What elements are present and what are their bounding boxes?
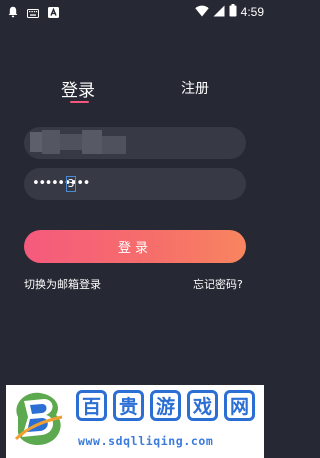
watermark-logo-icon <box>10 387 68 453</box>
watermark-char: 戏 <box>187 390 218 421</box>
watermark-char: 游 <box>150 390 181 421</box>
password-input[interactable]: ••••••••• <box>24 168 246 200</box>
watermark-char: 百 <box>76 390 107 421</box>
password-cursor-char: 3 <box>66 176 76 192</box>
switch-to-email-login-link[interactable]: 切换为邮箱登录 <box>24 276 101 292</box>
status-bar: 4:59 <box>0 0 270 20</box>
status-bar-right: 4:59 <box>194 2 264 21</box>
watermark-url: www.sdqlliqing.com <box>78 434 214 448</box>
watermark-char: 贵 <box>113 390 144 421</box>
a-app-icon <box>48 3 59 22</box>
active-tab-indicator <box>70 101 89 103</box>
cellular-signal-icon <box>213 2 225 21</box>
forgot-password-link[interactable]: 忘记密码? <box>193 276 243 292</box>
login-button-label: 登录 <box>117 241 152 256</box>
status-time: 4:59 <box>240 4 264 19</box>
phone-value-blurred <box>30 130 136 156</box>
password-value: ••••••••• <box>32 176 90 191</box>
phone-input[interactable] <box>24 127 246 159</box>
wifi-icon <box>194 2 209 21</box>
notification-bell-icon <box>8 3 18 22</box>
tab-register[interactable]: 注册 <box>181 78 209 98</box>
watermark-title: 百 贵 游 戏 网 <box>76 390 255 421</box>
login-button[interactable]: 登录 <box>24 230 246 263</box>
tab-login[interactable]: 登录 <box>61 76 95 101</box>
watermark-char: 网 <box>224 390 255 421</box>
battery-icon <box>229 2 237 21</box>
keyboard-icon <box>27 3 39 22</box>
status-bar-left <box>8 3 59 22</box>
watermark-banner: 百 贵 游 戏 网 www.sdqlliqing.com <box>6 385 264 458</box>
